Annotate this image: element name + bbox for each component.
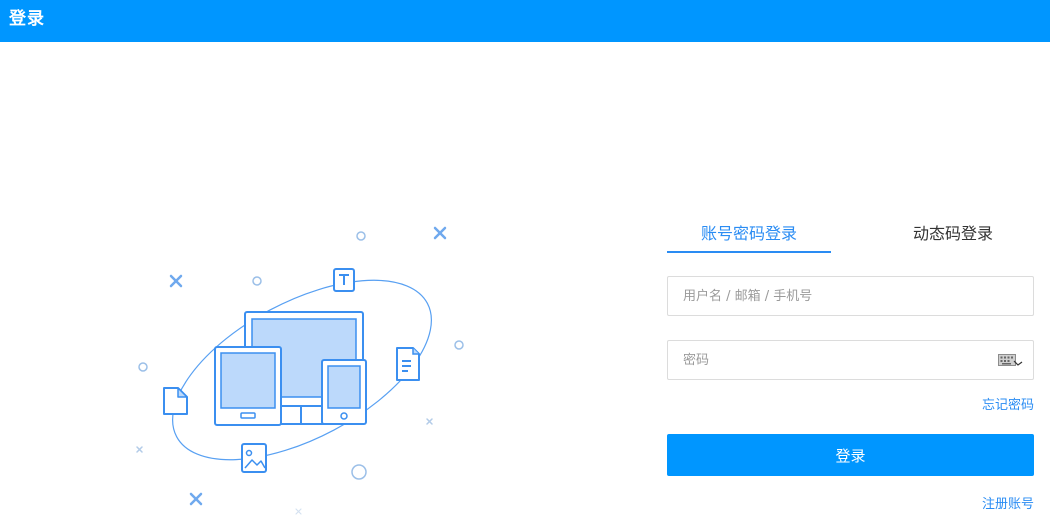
decor-cross (295, 508, 302, 515)
decor-cross (169, 274, 183, 288)
register-link[interactable]: 注册账号 (982, 497, 1034, 513)
username-field (667, 276, 1034, 316)
decor-cross (433, 226, 447, 240)
tab-dynamic-code[interactable]: 动态码登录 (872, 224, 1034, 244)
text-document-icon (333, 268, 355, 292)
login-tabs: 账号密码登录 动态码登录 (667, 214, 1034, 254)
decor-circle (252, 276, 262, 286)
decor-circle (351, 464, 367, 480)
page-title: 登录 (9, 9, 45, 29)
decor-circle (138, 362, 148, 372)
login-button[interactable]: 登录 (667, 434, 1034, 476)
decor-cross (189, 492, 203, 506)
forgot-password-link[interactable]: 忘记密码 (982, 398, 1034, 414)
keyboard-icon[interactable] (998, 353, 1024, 369)
image-icon (241, 443, 267, 473)
login-panel: 账号密码登录 动态码登录 忘记密码 登录 注册账号 (667, 214, 1034, 512)
decor-circle (356, 231, 366, 241)
top-bar: 登录 (0, 0, 1050, 42)
file-icon (396, 347, 420, 381)
blank-file-icon (163, 387, 188, 415)
username-input[interactable] (668, 277, 1033, 315)
tab-account-password[interactable]: 账号密码登录 (667, 224, 831, 244)
phone-icon (321, 359, 367, 425)
active-tab-indicator (667, 251, 831, 253)
decor-cross (426, 418, 433, 425)
decor-cross (136, 446, 143, 453)
tablet-icon (214, 346, 282, 426)
password-input[interactable] (668, 341, 1033, 379)
decor-circle (454, 340, 464, 350)
devices-illustration (120, 210, 480, 526)
password-field (667, 340, 1034, 380)
